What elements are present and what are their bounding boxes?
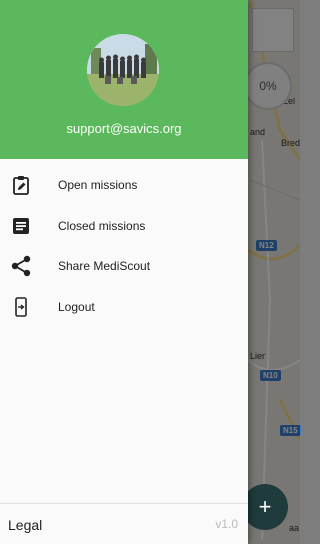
drawer-header: support@savics.org xyxy=(0,0,248,159)
clipboard-edit-icon xyxy=(10,174,32,196)
menu-item-closed-missions[interactable]: Closed missions xyxy=(0,206,248,247)
add-mission-button[interactable]: + xyxy=(242,484,288,530)
drawer-menu: Open missions Closed missions Share Medi… xyxy=(0,159,248,327)
menu-item-label: Closed missions xyxy=(58,218,146,233)
menu-item-label: Open missions xyxy=(58,178,138,193)
navigation-drawer: support@savics.org Open missions Closed … xyxy=(0,0,248,544)
menu-item-label: Logout xyxy=(58,299,95,314)
drawer-footer: Legal v1.0 xyxy=(0,503,248,544)
list-document-icon xyxy=(10,215,32,237)
team-photo xyxy=(87,34,159,106)
menu-item-open-missions[interactable]: Open missions xyxy=(0,165,248,206)
logout-icon xyxy=(10,296,32,318)
account-email: support@savics.org xyxy=(66,121,182,136)
app-version: v1.0 xyxy=(215,517,238,531)
legal-link[interactable]: Legal xyxy=(8,517,42,533)
plus-icon: + xyxy=(258,494,272,519)
share-icon xyxy=(10,255,32,277)
avatar xyxy=(87,34,159,106)
menu-item-label: Share MediScout xyxy=(58,259,151,274)
menu-item-logout[interactable]: Logout xyxy=(0,287,248,328)
menu-item-share[interactable]: Share MediScout xyxy=(0,246,248,287)
